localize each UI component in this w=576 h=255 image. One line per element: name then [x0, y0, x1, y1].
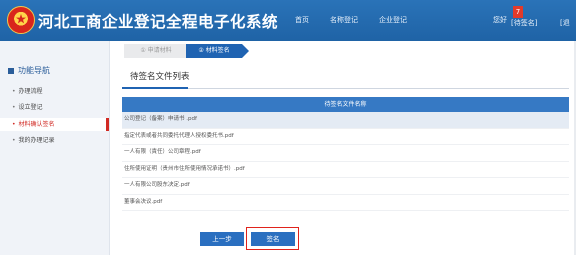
bullet-icon: • [12, 88, 16, 95]
square-icon [8, 67, 14, 74]
top-header: 河北工商企业登记全程电子化系统 首页 名称登记 企业登记 您好 7 [待签名] … [0, 0, 576, 41]
sidebar-item-establishment[interactable]: • 设立登记 [0, 101, 109, 114]
nav-home[interactable]: 首页 [295, 15, 309, 25]
sidebar: 功能导航 • 办理流程 • 设立登记 • 材料确认签名 • 我的办理记录 [0, 41, 110, 255]
section-divider-accent [122, 87, 188, 89]
sidebar-item-label: 设立登记 [18, 104, 43, 111]
table-row[interactable]: 住所使用证明（贵州市住所使用情况承诺书）.pdf [122, 162, 569, 178]
sidebar-item-label: 我的办理记录 [18, 137, 55, 144]
pending-signature-link[interactable]: [待签名] [511, 18, 537, 28]
bullet-icon: • [12, 121, 16, 128]
sidebar-item-label: 材料确认签名 [18, 121, 55, 128]
sign-button[interactable]: 签名 [251, 232, 295, 246]
table-row[interactable]: 董事会决议.pdf [122, 195, 569, 211]
sidebar-item-label: 办理流程 [18, 88, 43, 95]
nav-enterprise-registration[interactable]: 企业登记 [379, 15, 407, 25]
table-row[interactable]: 指定代表或者共同委托代理人授权委托书.pdf [122, 129, 569, 145]
sidebar-title-label: 功能导航 [18, 66, 50, 75]
bullet-icon: • [12, 137, 16, 144]
step-apply-materials: ① 申请材料 [124, 44, 188, 58]
sidebar-item-process[interactable]: • 办理流程 [0, 85, 109, 98]
sidebar-item-records[interactable]: • 我的办理记录 [0, 134, 109, 147]
table-row[interactable]: 公司登记（备案）申请书 .pdf [122, 112, 569, 129]
system-title: 河北工商企业登记全程电子化系统 [38, 13, 279, 31]
sidebar-item-material-sign[interactable]: • 材料确认签名 [0, 118, 109, 131]
table-header: 待签名文件名称 [122, 97, 569, 112]
national-emblem-icon [7, 6, 35, 34]
file-table: 待签名文件名称 公司登记（备案）申请书 .pdf 指定代表或者共同委托代理人授权… [122, 97, 569, 211]
step-material-sign: ② 材料签名 [186, 44, 249, 58]
logout-link[interactable]: [退 [560, 18, 570, 28]
table-row[interactable]: 一人有限（責任）公司章程.pdf [122, 145, 569, 162]
nav-name-registration[interactable]: 名称登记 [330, 15, 358, 25]
section-divider [122, 88, 569, 89]
previous-step-button[interactable]: 上一步 [200, 232, 244, 246]
bullet-icon: • [12, 104, 16, 111]
sidebar-title: 功能导航 [8, 65, 50, 76]
greeting-text: 您好 [493, 16, 507, 24]
notification-badge[interactable]: 7 [513, 6, 523, 18]
table-row[interactable]: 一人有限公司股东决定.pdf [122, 178, 569, 195]
section-title: 待签名文件列表 [130, 72, 190, 82]
